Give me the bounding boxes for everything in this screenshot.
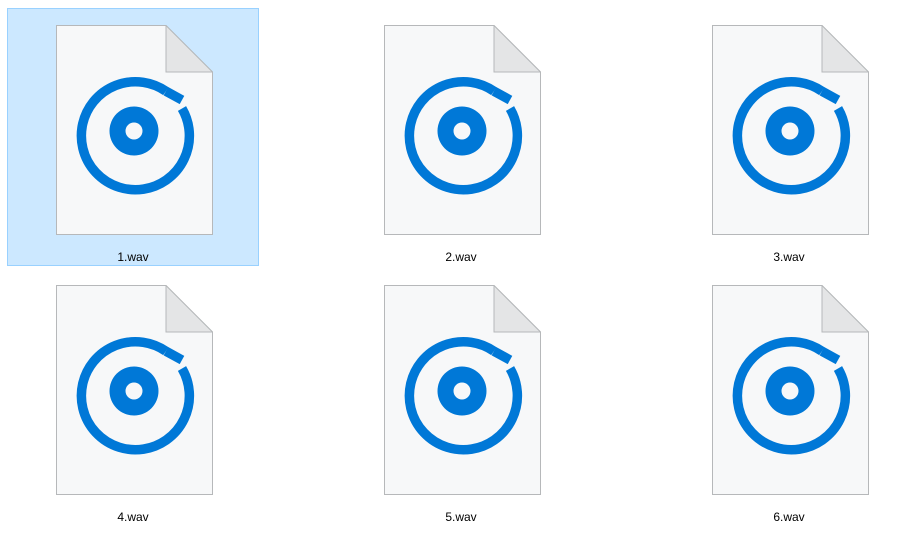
file-item-3[interactable]: 3.wav: [663, 8, 915, 266]
audio-file-icon: [56, 285, 213, 495]
file-item-5[interactable]: 5.wav: [335, 268, 587, 526]
file-name-label: 3.wav: [773, 250, 805, 264]
file-name-label: 1.wav: [117, 250, 149, 264]
file-name-label: 2.wav: [445, 250, 477, 264]
audio-file-icon: [384, 285, 541, 495]
file-name-label: 4.wav: [117, 510, 149, 524]
audio-file-icon: [384, 25, 541, 235]
file-name-label: 5.wav: [445, 510, 477, 524]
file-view: 1.wav 2.wav 3.wav 4.wav 5.wav 6.wav: [0, 0, 923, 542]
file-item-6[interactable]: 6.wav: [663, 268, 915, 526]
audio-file-icon: [712, 25, 869, 235]
audio-file-icon: [56, 25, 213, 235]
file-item-4[interactable]: 4.wav: [7, 268, 259, 526]
file-name-label: 6.wav: [773, 510, 805, 524]
file-item-1[interactable]: 1.wav: [7, 8, 259, 266]
audio-file-icon: [712, 285, 869, 495]
file-item-2[interactable]: 2.wav: [335, 8, 587, 266]
